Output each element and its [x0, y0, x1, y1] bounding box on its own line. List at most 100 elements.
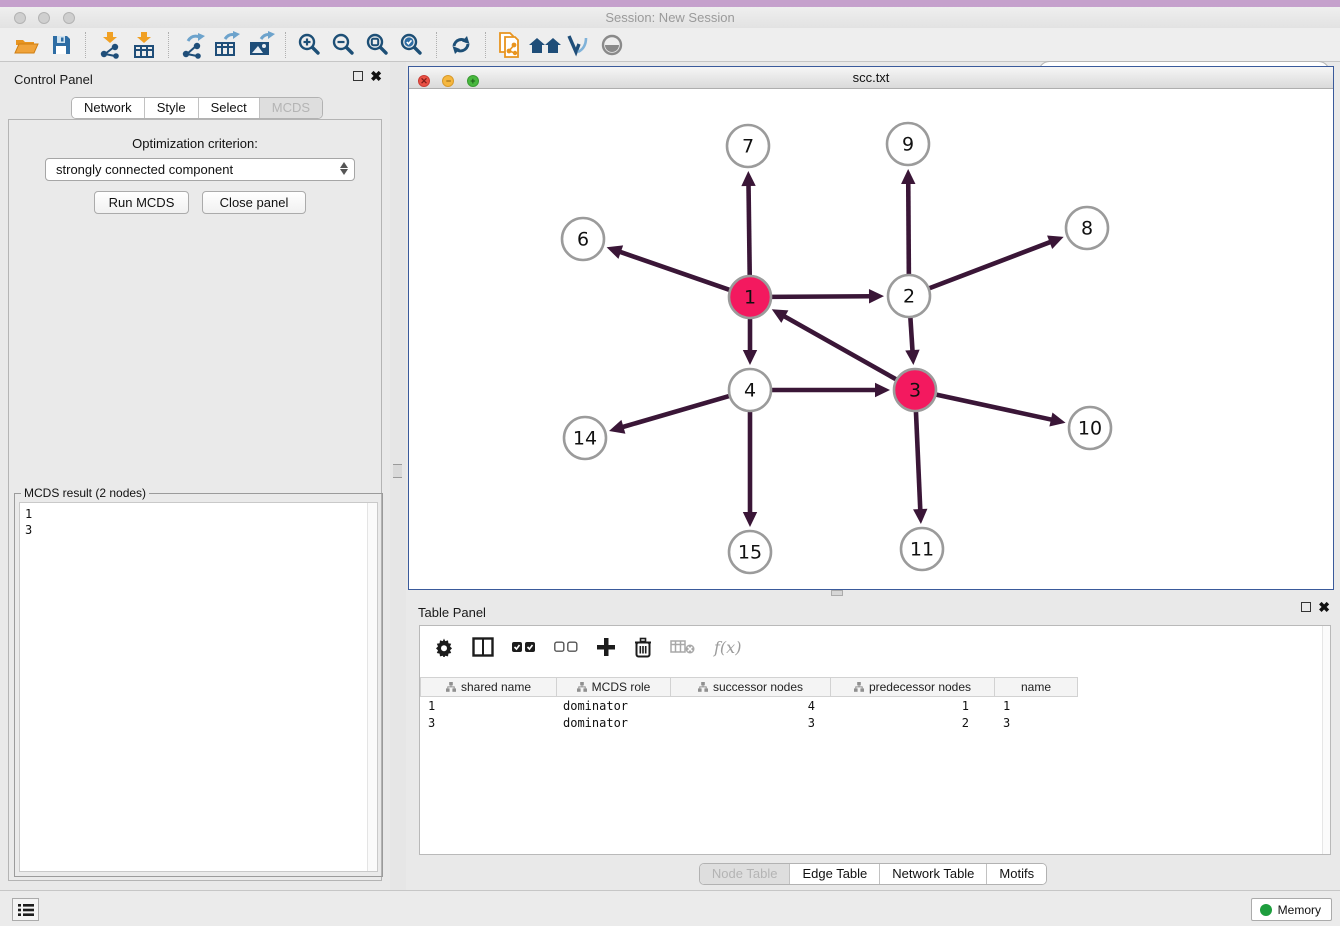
window-minimize-icon[interactable]	[38, 12, 50, 24]
birds-eye-view-button[interactable]	[595, 30, 629, 60]
mcds-result-title: MCDS result (2 nodes)	[21, 486, 149, 500]
export-table-button[interactable]	[210, 30, 244, 60]
refresh-layout-button[interactable]	[444, 30, 478, 60]
table-row[interactable]: 3 dominator 3 2 3	[420, 715, 1078, 732]
frame-maximize-icon[interactable]: +	[467, 75, 479, 87]
zoom-out-button[interactable]	[327, 30, 361, 60]
criterion-select[interactable]: strongly connected component	[45, 158, 355, 181]
memory-status-icon	[1260, 904, 1272, 916]
show-all-networks-button[interactable]	[527, 30, 561, 60]
table-header-row: shared name MCDS role successor nodes pr…	[420, 677, 1078, 697]
edge-3-10[interactable]	[935, 394, 1053, 420]
node-label-15: 15	[738, 542, 762, 564]
toggle-column-panel-button[interactable]	[472, 632, 494, 662]
save-session-button[interactable]	[44, 30, 78, 60]
toggle-graphics-details-button[interactable]	[561, 30, 595, 60]
tab-style[interactable]: Style	[145, 98, 199, 118]
graphics-details-icon	[565, 32, 591, 58]
edge-arrowhead-3-11	[913, 509, 927, 524]
column-header-name[interactable]: name	[995, 677, 1078, 697]
cell-shared-name[interactable]: 3	[420, 715, 557, 732]
vertical-splitter[interactable]	[390, 62, 406, 890]
window-zoom-icon[interactable]	[63, 12, 75, 24]
edge-3-1[interactable]	[783, 316, 897, 381]
column-type-icon	[446, 682, 456, 692]
cell-predecessor-nodes[interactable]: 2	[831, 715, 995, 732]
tab-network[interactable]: Network	[72, 98, 145, 118]
run-mcds-button[interactable]: Run MCDS	[94, 191, 189, 214]
import-network-button[interactable]	[93, 30, 127, 60]
result-scrollbar[interactable]	[367, 503, 377, 871]
create-column-button[interactable]	[596, 632, 616, 662]
column-header-successor-nodes[interactable]: successor nodes	[671, 677, 831, 697]
open-session-button[interactable]	[10, 30, 44, 60]
cell-mcds-role[interactable]: dominator	[557, 698, 671, 715]
frame-close-icon[interactable]: ✕	[418, 75, 430, 87]
export-image-button[interactable]	[244, 30, 278, 60]
splitter-grip-icon[interactable]	[393, 464, 402, 478]
cell-predecessor-nodes[interactable]: 1	[831, 698, 995, 715]
tab-motifs[interactable]: Motifs	[987, 864, 1046, 884]
column-header-shared-name[interactable]: shared name	[420, 677, 557, 697]
cell-name[interactable]: 3	[995, 715, 1078, 732]
task-history-button[interactable]	[12, 898, 39, 921]
edge-arrowhead-4-14	[609, 420, 625, 434]
tab-edge-table[interactable]: Edge Table	[790, 864, 880, 884]
select-all-columns-button[interactable]	[512, 632, 536, 662]
table-row[interactable]: 1 dominator 4 1 1	[420, 698, 1078, 715]
edge-1-2[interactable]	[770, 296, 871, 297]
node-label-4: 4	[744, 380, 756, 402]
import-table-icon	[131, 31, 157, 59]
table-toolbar: f(x)	[420, 626, 1330, 668]
close-panel-button[interactable]: Close panel	[202, 191, 306, 214]
table-panel-float-icon[interactable]	[1301, 602, 1311, 612]
horizontal-splitter-grip[interactable]	[831, 590, 843, 596]
window-close-icon[interactable]	[14, 12, 26, 24]
control-panel-close-icon[interactable]: ✖	[370, 71, 382, 81]
table-settings-button[interactable]	[434, 632, 454, 662]
edge-2-9[interactable]	[908, 182, 909, 276]
network-frame-titlebar[interactable]: ✕ − + scc.txt	[409, 67, 1333, 89]
toolbar-separator	[436, 32, 437, 58]
tab-mcds[interactable]: MCDS	[260, 98, 322, 118]
column-header-predecessor-nodes[interactable]: predecessor nodes	[831, 677, 995, 697]
zoom-selected-button[interactable]	[395, 30, 429, 60]
edge-1-6[interactable]	[619, 251, 731, 290]
zoom-fit-button[interactable]	[361, 30, 395, 60]
unselect-all-columns-button[interactable]	[554, 632, 578, 662]
edge-3-11[interactable]	[916, 410, 920, 511]
delete-column-button[interactable]	[634, 632, 652, 662]
edge-1-7[interactable]	[749, 184, 750, 277]
import-table-button[interactable]	[127, 30, 161, 60]
zoom-out-icon	[331, 32, 357, 58]
mcds-result-area: 1 3	[19, 502, 378, 872]
tab-network-table[interactable]: Network Table	[880, 864, 987, 884]
cell-successor-nodes[interactable]: 4	[671, 698, 831, 715]
control-panel-float-icon[interactable]	[353, 71, 363, 81]
tab-node-table[interactable]: Node Table	[700, 864, 791, 884]
column-header-mcds-role[interactable]: MCDS role	[557, 677, 671, 697]
cell-successor-nodes[interactable]: 3	[671, 715, 831, 732]
mcds-result-values: 1 3	[20, 503, 377, 538]
tab-select[interactable]: Select	[199, 98, 260, 118]
edge-2-3[interactable]	[910, 316, 912, 352]
export-network-button[interactable]	[176, 30, 210, 60]
memory-button[interactable]: Memory	[1251, 898, 1332, 921]
edge-4-14[interactable]	[621, 396, 730, 428]
table-scrollbar[interactable]	[1322, 626, 1330, 854]
workspace: ✕ − + scc.txt 7968124314101511 Table Pan…	[406, 62, 1340, 890]
network-canvas[interactable]: 7968124314101511	[409, 89, 1333, 589]
table-panel-close-icon[interactable]: ✖	[1318, 602, 1330, 612]
cell-shared-name[interactable]: 1	[420, 698, 557, 715]
cell-name[interactable]: 1	[995, 698, 1078, 715]
double-home-icon	[527, 33, 561, 57]
frame-minimize-icon[interactable]: −	[442, 75, 454, 87]
new-network-from-selection-button[interactable]	[493, 30, 527, 60]
zoom-in-button[interactable]	[293, 30, 327, 60]
node-label-9: 9	[902, 134, 914, 156]
edge-arrowhead-4-15	[743, 512, 757, 527]
cell-mcds-role[interactable]: dominator	[557, 715, 671, 732]
edge-2-8[interactable]	[928, 242, 1052, 289]
edge-arrowhead-1-2	[869, 289, 884, 303]
edge-arrowhead-2-3	[905, 350, 919, 365]
